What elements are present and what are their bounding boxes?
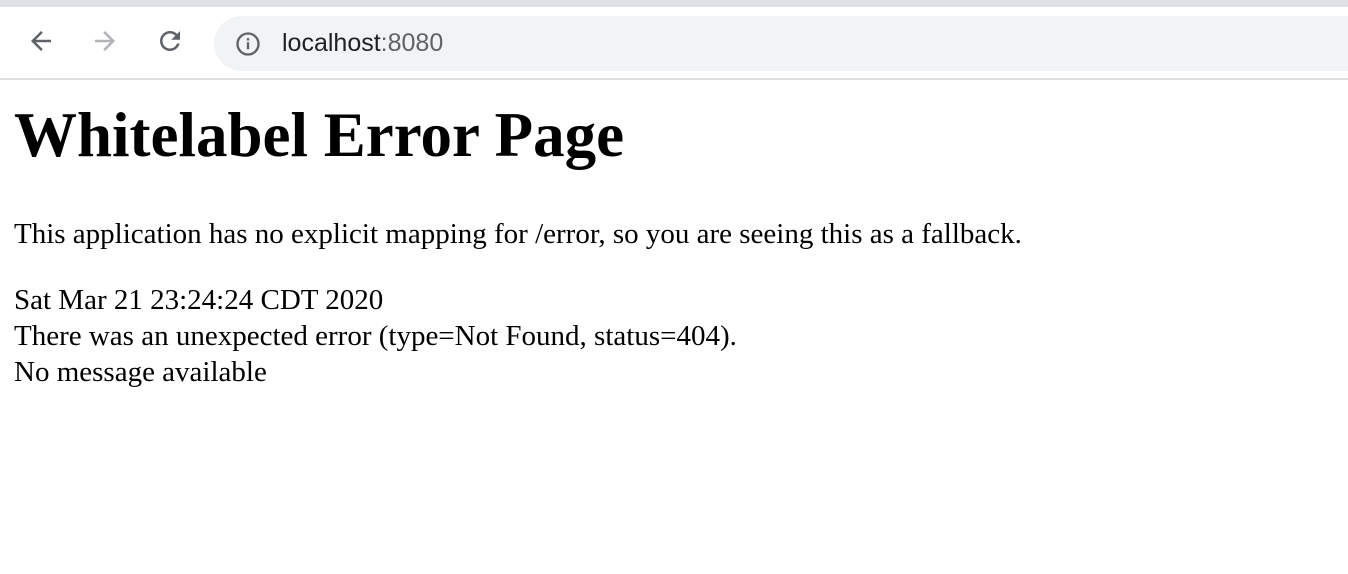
tab-strip [0, 0, 1348, 7]
error-explanation: This application has no explicit mapping… [14, 218, 1022, 250]
info-icon[interactable] [234, 30, 262, 58]
browser-toolbar: localhost:8080 [0, 7, 1348, 80]
reload-icon [160, 31, 180, 51]
back-arrow-icon [31, 31, 51, 51]
error-message: No message available [14, 356, 267, 388]
error-type-status: There was an unexpected error (type=Not … [14, 320, 737, 352]
error-timestamp: Sat Mar 21 23:24:24 CDT 2020 [14, 284, 384, 316]
forward-button[interactable] [87, 23, 123, 59]
back-button[interactable] [23, 23, 59, 59]
address-bar[interactable]: localhost:8080 [214, 16, 1348, 71]
forward-arrow-icon [95, 31, 115, 51]
page-title: Whitelabel Error Page [14, 100, 625, 170]
url-port: :8080 [380, 29, 444, 57]
page-content: Whitelabel Error Page This application h… [14, 82, 1334, 390]
url-text[interactable]: localhost:8080 [282, 29, 443, 57]
url-host: localhost [282, 29, 381, 57]
error-details: Sat Mar 21 23:24:24 CDT 2020 There was a… [14, 282, 1334, 390]
reload-button[interactable] [152, 23, 188, 59]
